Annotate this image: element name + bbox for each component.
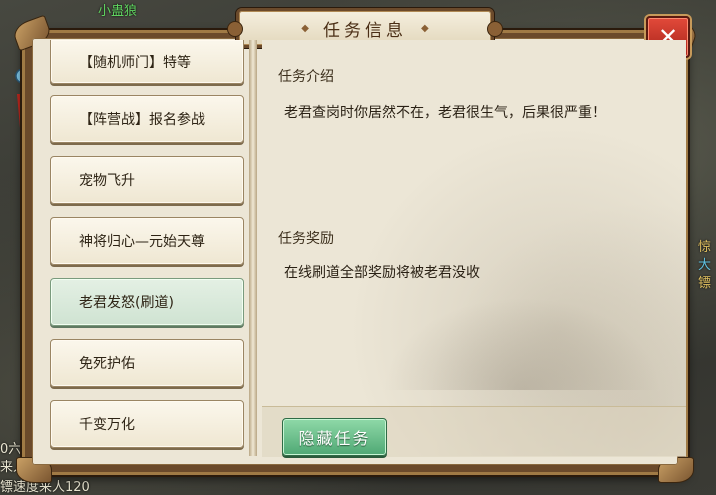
world-text: 镖	[698, 276, 712, 291]
dialog-title: 任务信息	[323, 20, 407, 41]
task-detail-panel: 任务介绍 老君查岗时你居然不在，老君很生气，后果很严重！ 任务奖励 在线刷道全部…	[262, 40, 686, 457]
title-ornament-icon: ◆	[301, 22, 309, 34]
task-item-label: 神将归心—元始天尊	[79, 234, 205, 250]
task-item-label: 宠物飞升	[79, 173, 135, 189]
task-list-item[interactable]: 【阵营战】报名参战	[50, 95, 244, 143]
reward-text: 在线刷道全部奖励将被老君没收	[284, 265, 480, 281]
task-item-label: 【阵营战】报名参战	[79, 112, 205, 128]
world-text: 大	[698, 258, 712, 273]
intro-heading: 任务介绍	[278, 69, 334, 85]
task-item-label: 【随机师门】特等	[79, 54, 191, 71]
hide-task-button[interactable]: 隐藏任务	[282, 418, 387, 456]
task-list-item[interactable]: 【随机师门】特等	[50, 40, 244, 84]
player-name-label: 小蛊狼	[98, 4, 138, 19]
task-list-item[interactable]: 免死护佑	[50, 339, 244, 387]
task-item-label: 千变万化	[79, 417, 135, 433]
task-list-item[interactable]: 神将归心—元始天尊	[50, 217, 244, 265]
task-list-item-selected[interactable]: 老君发怒(刷道)	[50, 278, 244, 326]
title-ornament-icon: ◆	[421, 22, 429, 34]
task-list-item[interactable]: 宠物飞升	[50, 156, 244, 204]
intro-text: 老君查岗时你居然不在，老君很生气，后果很严重！	[284, 105, 606, 121]
reward-heading: 任务奖励	[278, 231, 334, 247]
task-item-label: 老君发怒(刷道)	[79, 295, 174, 311]
world-text: 惊	[698, 240, 712, 255]
task-list[interactable]: 【随机师门】特等 【阵营战】报名参战 宠物飞升 神将归心—元始天尊 老君发怒(刷…	[48, 40, 246, 450]
task-item-label: 免死护佑	[79, 356, 135, 372]
landscape-painting	[372, 290, 672, 390]
panel-divider	[249, 40, 257, 456]
task-list-item[interactable]: 千变万化	[50, 400, 244, 448]
